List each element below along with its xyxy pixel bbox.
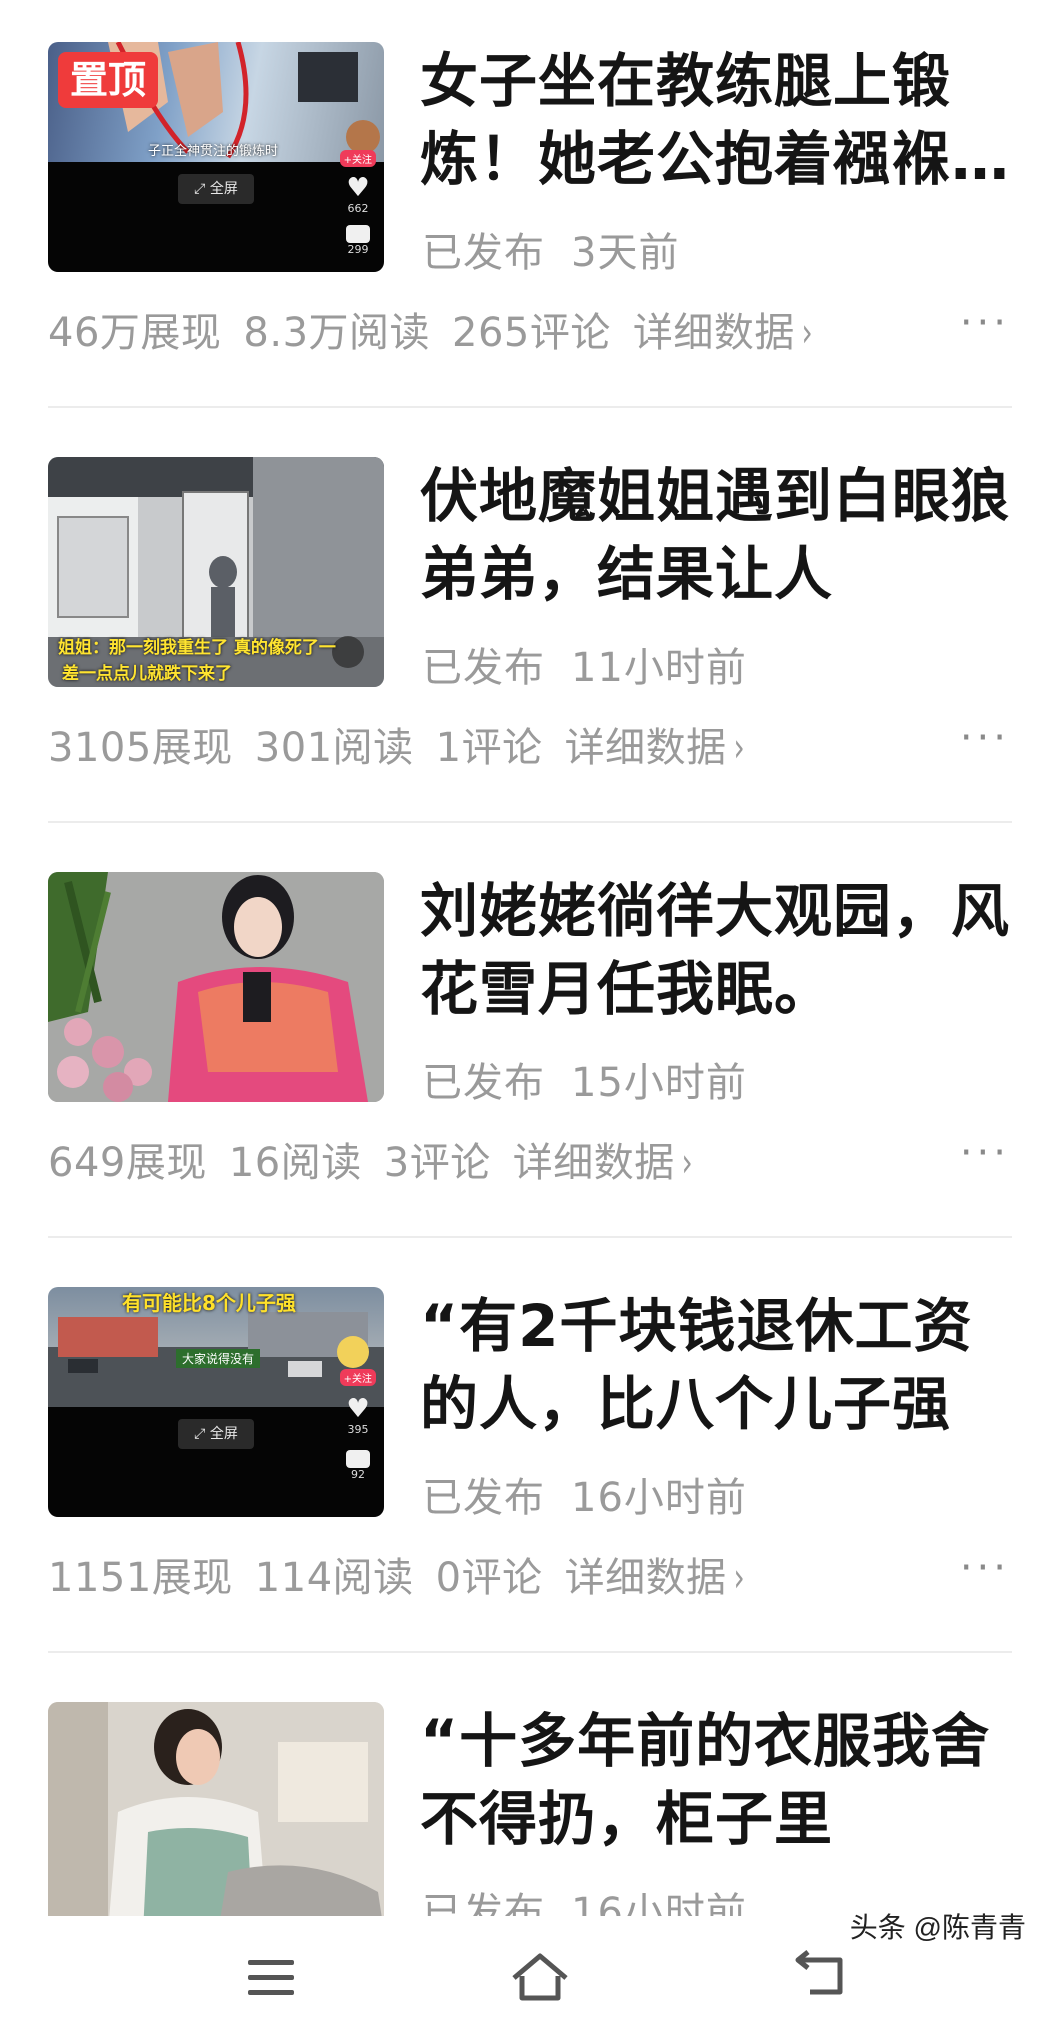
divider	[48, 406, 1012, 408]
like-count: 395	[347, 1423, 369, 1436]
article-title[interactable]: 女子坐在教练腿上锻炼！她老公抱着襁褓中的孩子在一旁观看	[420, 42, 1020, 198]
publish-status: 已发布 15小时前	[422, 1050, 747, 1108]
video-thumbnail[interactable]: 姐姐：那一刻我重生了 真的像死了一 差一点点儿就跌下来了	[48, 457, 384, 687]
detail-data-link[interactable]: 详细数据 ›	[565, 1555, 748, 1601]
clothing-scene-image	[48, 1702, 384, 1916]
article-stats: 3105展现 301阅读 1评论 详细数据 ›	[48, 715, 1012, 773]
menu-icon	[248, 1960, 294, 1995]
reads-count: 301阅读	[254, 725, 414, 771]
home-icon	[512, 1953, 568, 2001]
publish-status: 已发布 3天前	[422, 220, 679, 278]
fullscreen-label: 全屏	[209, 181, 238, 197]
chevron-right-icon: ›	[733, 725, 745, 771]
follow-badge[interactable]: +关注	[339, 1369, 376, 1386]
publish-time: 16小时前	[571, 1890, 747, 1916]
status-label: 已发布	[422, 645, 545, 691]
video-side-actions: ♥ 395 92	[338, 1395, 378, 1481]
detail-data-label: 详细数据	[564, 1555, 727, 1601]
publish-status: 已发布 16小时前	[422, 1880, 747, 1916]
publish-time: 11小时前	[571, 645, 747, 691]
detail-data-link[interactable]: 详细数据 ›	[633, 310, 816, 356]
back-icon	[795, 1950, 843, 1995]
article-item[interactable]: 姐姐：那一刻我重生了 真的像死了一 差一点点儿就跌下来了 伏地魔姐姐遇到白眼狼弟…	[48, 415, 1012, 827]
like-count: 662	[347, 202, 369, 215]
status-label: 已发布	[422, 1060, 545, 1106]
follow-badge[interactable]: +关注	[339, 150, 376, 167]
video-caption: 姐姐：那一刻我重生了 真的像死了一	[58, 638, 336, 658]
more-options-button[interactable]: ···	[960, 1545, 1010, 1591]
fullscreen-label: 全屏	[209, 1426, 238, 1442]
article-title[interactable]: “有2千块钱退休工资的人，比八个儿子强	[420, 1287, 1020, 1443]
reads-count: 16阅读	[228, 1140, 362, 1186]
detail-data-label: 详细数据	[512, 1140, 675, 1186]
fullscreen-button[interactable]: ⤢ 全屏	[178, 174, 254, 204]
video-thumbnail[interactable]: 有可能比8个儿子强 大家说得没有 ⤢ 全屏 +关注 ♥ 395 92	[48, 1287, 384, 1517]
publish-time: 15小时前	[571, 1060, 747, 1106]
comment-count: 299	[347, 243, 369, 253]
video-thumbnail[interactable]: 置顶 子正全神贯注的锻炼时 ⤢ 全屏 +关注 ♥ 662 299	[48, 42, 384, 272]
detail-data-link[interactable]: 详细数据 ›	[513, 1140, 696, 1186]
pinned-badge: 置顶	[58, 52, 159, 108]
comment-count: 92	[351, 1468, 365, 1481]
more-options-button[interactable]: ···	[960, 300, 1010, 346]
chevron-right-icon: ›	[733, 1555, 745, 1601]
impressions-count: 649展现	[48, 1140, 207, 1186]
publish-time: 16小时前	[571, 1475, 747, 1521]
publish-time: 3天前	[571, 230, 680, 276]
comments-count: 3评论	[383, 1140, 491, 1186]
divider	[48, 1236, 1012, 1238]
expand-icon: ⤢	[194, 1426, 206, 1442]
comments-count: 0评论	[435, 1555, 543, 1601]
chevron-right-icon: ›	[801, 310, 813, 356]
reads-count: 114阅读	[254, 1555, 414, 1601]
publish-status: 已发布 16小时前	[422, 1465, 747, 1523]
video-thumbnail[interactable]	[48, 1702, 384, 1916]
comments-count: 265评论	[452, 310, 611, 356]
comment-icon[interactable]	[346, 225, 370, 243]
home-button[interactable]	[508, 1946, 572, 2010]
video-caption: 有可能比8个儿子强	[122, 1291, 296, 1315]
article-item[interactable]: 置顶 子正全神贯注的锻炼时 ⤢ 全屏 +关注 ♥ 662 299 女子坐在教练腿…	[48, 0, 1012, 412]
divider	[48, 821, 1012, 823]
expand-icon: ⤢	[194, 181, 206, 197]
more-options-button[interactable]: ···	[960, 1130, 1010, 1176]
article-item[interactable]: “十多年前的衣服我舍不得扔，柜子里 已发布 16小时前	[48, 1660, 1012, 1916]
article-stats: 1151展现 114阅读 0评论 详细数据 ›	[48, 1545, 1012, 1603]
article-item[interactable]: 刘姥姥徜徉大观园，风花雪月任我眠。 已发布 15小时前 649展现 16阅读 3评论详…	[48, 830, 1012, 1242]
article-title[interactable]: “十多年前的衣服我舍不得扔，柜子里	[420, 1702, 1012, 1858]
impressions-count: 1151展现	[48, 1555, 233, 1601]
detail-data-label: 详细数据	[564, 725, 727, 771]
video-subtitle: 大家说得没有	[176, 1349, 261, 1368]
comments-count: 1评论	[435, 725, 543, 771]
reads-count: 8.3万阅读	[243, 310, 431, 356]
heart-icon[interactable]: ♥	[338, 174, 378, 202]
more-options-button[interactable]: ···	[960, 715, 1010, 761]
video-caption-secondary: 差一点点儿就跌下来了	[62, 664, 232, 684]
heart-icon[interactable]: ♥	[338, 1395, 378, 1423]
article-stats: 46万展现 8.3万阅读 265评论 详细数据 ›	[48, 300, 1012, 358]
impressions-count: 46万展现	[48, 310, 222, 356]
status-label: 已发布	[422, 1475, 545, 1521]
article-item[interactable]: 有可能比8个儿子强 大家说得没有 ⤢ 全屏 +关注 ♥ 395 92 “有2千块…	[48, 1245, 1012, 1657]
fullscreen-button[interactable]: ⤢ 全屏	[178, 1419, 254, 1449]
detail-data-label: 详细数据	[632, 310, 795, 356]
article-stats: 649展现 16阅读 3评论 详细数据 ›	[48, 1130, 1012, 1188]
back-button[interactable]	[790, 1946, 854, 2010]
article-title[interactable]: 刘姥姥徜徉大观园，风花雪月任我眠。	[420, 872, 1020, 1028]
status-label: 已发布	[422, 230, 545, 276]
article-title[interactable]: 伏地魔姐姐遇到白眼狼弟弟，结果让人	[420, 457, 1020, 613]
video-side-actions: ♥ 662 299	[338, 174, 378, 253]
menu-button[interactable]	[240, 1946, 304, 2010]
video-caption: 子正全神贯注的锻炼时	[148, 144, 279, 159]
chevron-right-icon: ›	[681, 1140, 693, 1186]
portrait-scene-image	[48, 872, 384, 1102]
detail-data-link[interactable]: 详细数据 ›	[565, 725, 748, 771]
video-thumbnail[interactable]	[48, 872, 384, 1102]
comment-icon[interactable]	[346, 1450, 370, 1468]
publish-status: 已发布 11小时前	[422, 635, 747, 693]
divider	[48, 1651, 1012, 1653]
status-label: 已发布	[422, 1890, 545, 1916]
watermark: 头条 @陈青青	[849, 1912, 1026, 1943]
impressions-count: 3105展现	[48, 725, 233, 771]
